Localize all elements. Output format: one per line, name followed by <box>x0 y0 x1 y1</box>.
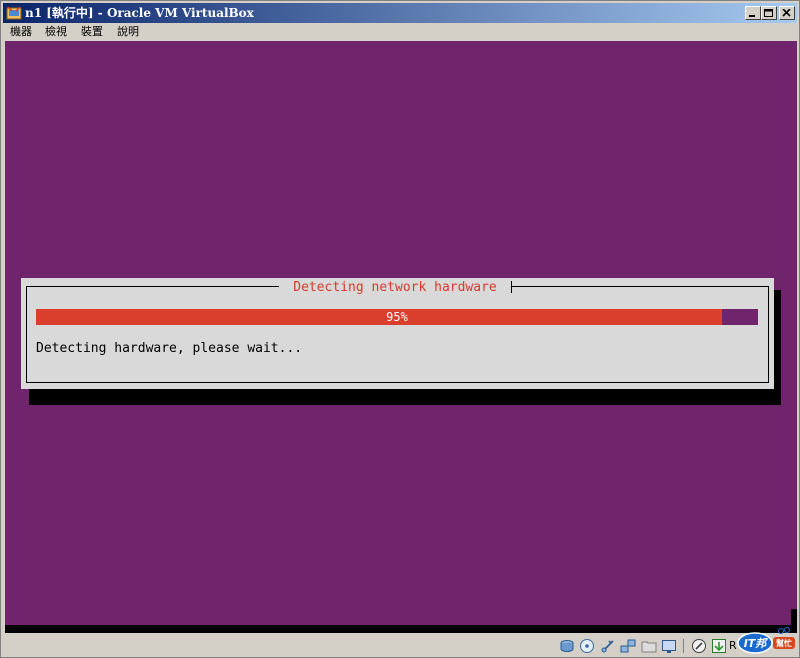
menu-bar: 機器 檢視 裝置 說明 <box>3 23 797 41</box>
minimize-button[interactable] <box>745 6 761 20</box>
close-icon <box>782 9 791 17</box>
installer-dialog: Detecting network hardware 95% Detecting… <box>21 278 774 389</box>
display-icon[interactable] <box>661 638 677 654</box>
vm-screen[interactable]: Detecting network hardware 95% Detecting… <box>5 41 797 633</box>
menu-devices[interactable]: 裝置 <box>81 25 103 39</box>
progress-label: 95% <box>386 310 408 324</box>
maximize-icon <box>764 9 773 17</box>
dialog-border <box>26 286 769 383</box>
progress-bar: 95% <box>36 309 758 325</box>
minimize-icon <box>749 15 755 17</box>
shared-folder-icon[interactable] <box>641 638 657 654</box>
menu-view[interactable]: 檢視 <box>45 25 67 39</box>
close-button[interactable] <box>779 6 795 20</box>
usb-icon[interactable] <box>600 638 616 654</box>
menu-help[interactable]: 說明 <box>117 25 139 39</box>
window-title: n1 [執行中] - Oracle VM VirtualBox <box>25 6 254 20</box>
status-message: Detecting hardware, please wait... <box>36 341 303 356</box>
site-watermark-logo: IT邦 幫忙 <box>737 627 795 654</box>
virtualization-icon[interactable] <box>691 638 707 654</box>
host-key-label: R <box>729 639 737 652</box>
svg-text:幫忙: 幫忙 <box>776 638 792 648</box>
screen-edge <box>791 609 797 625</box>
maximize-button[interactable] <box>761 6 777 20</box>
menu-machine[interactable]: 機器 <box>10 25 32 39</box>
status-bar: R IT邦 幫忙 <box>3 627 797 657</box>
network-icon[interactable] <box>620 638 636 654</box>
virtualbox-window: n1 [執行中] - Oracle VM VirtualBox 機器 檢視 裝置… <box>0 0 800 658</box>
svg-text:IT邦: IT邦 <box>744 637 769 650</box>
statusbar-separator <box>683 639 684 653</box>
title-bar[interactable]: n1 [執行中] - Oracle VM VirtualBox <box>3 3 797 23</box>
dialog-title: Detecting network hardware <box>279 278 511 298</box>
title-right-tick <box>511 281 512 293</box>
optical-drive-icon[interactable] <box>579 638 595 654</box>
screen-bottom-band <box>5 625 797 633</box>
virtualbox-app-icon[interactable] <box>6 5 22 21</box>
hard-disk-icon[interactable] <box>559 638 575 654</box>
mouse-integration-icon[interactable] <box>711 638 727 654</box>
